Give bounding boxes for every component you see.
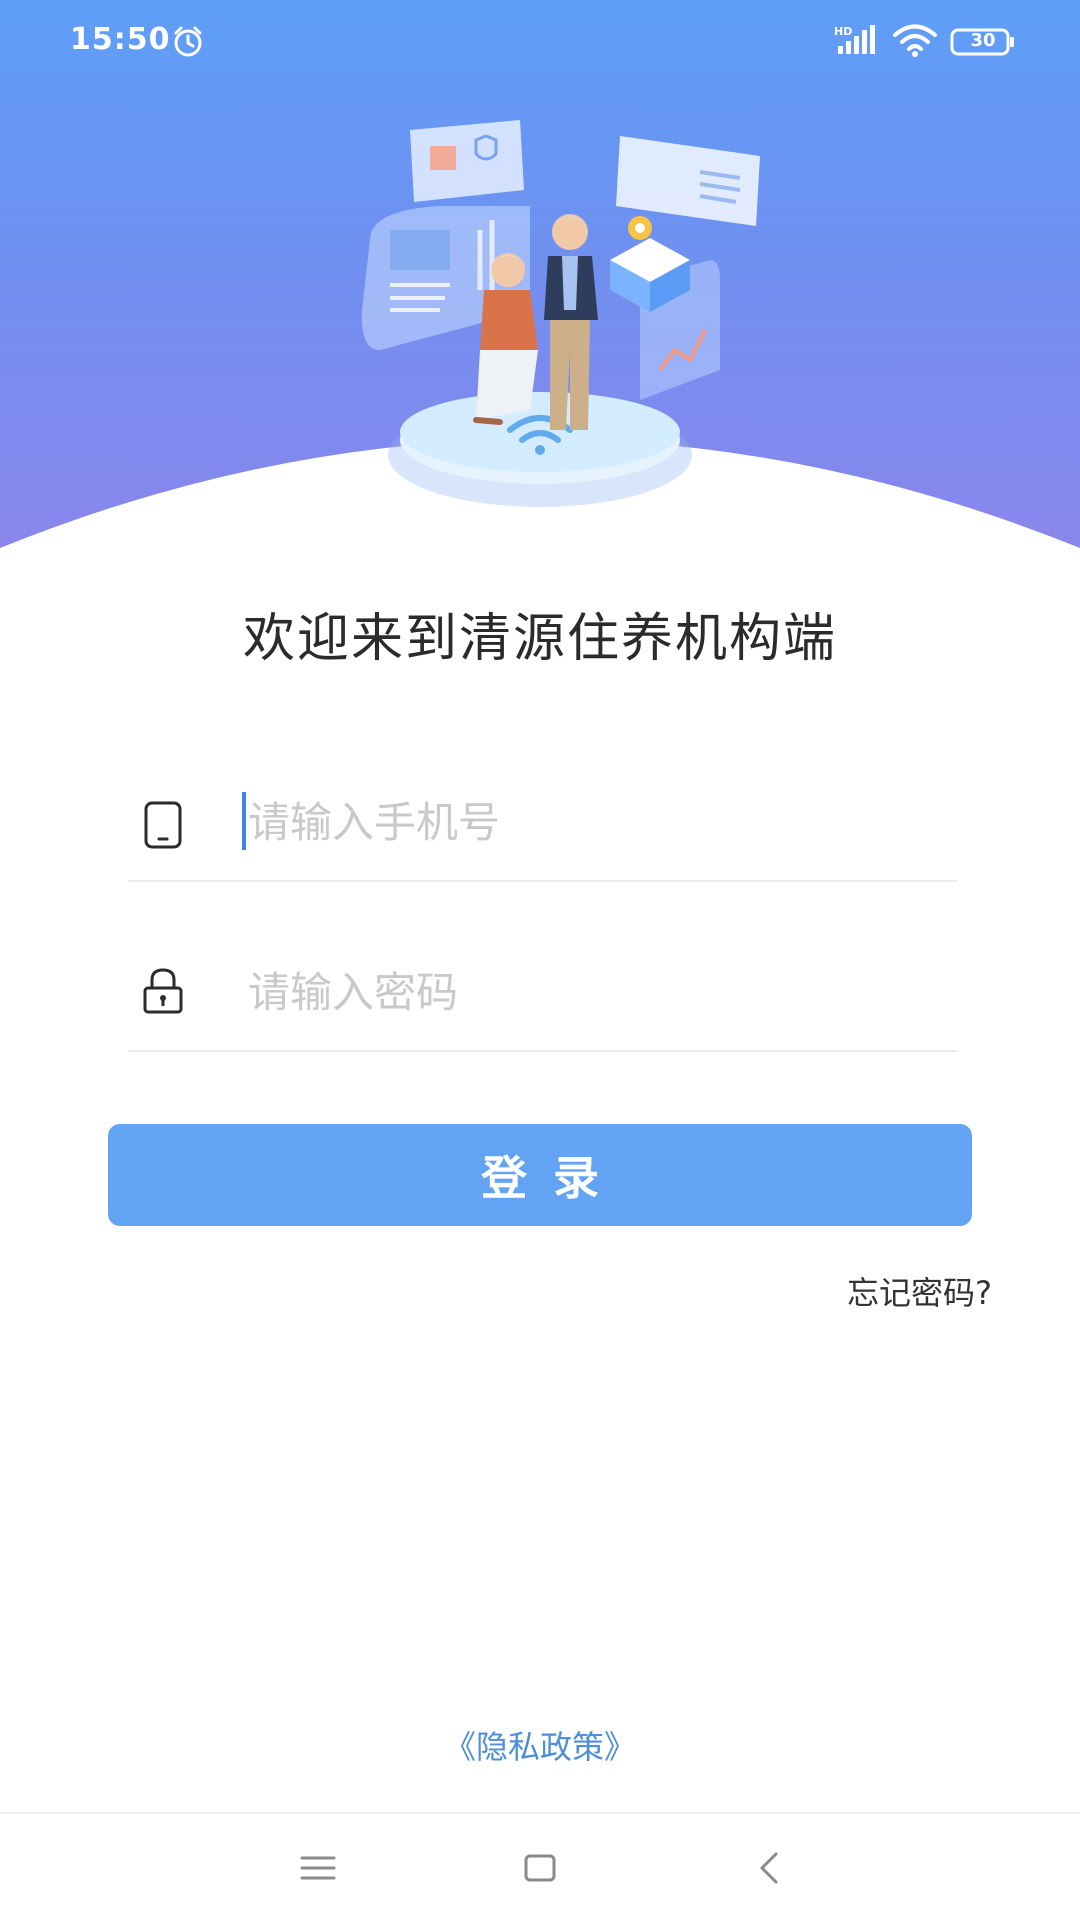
welcome-title: 欢迎来到清源住养机构端 [242,609,837,669]
login-screen: 15:50 HD 30 欢迎来到清源住养机构端 请输入手机号 登录 忘记密码? … [0,0,1080,1920]
document-panel [616,136,760,226]
platform [388,392,692,507]
text-cursor [242,792,246,850]
lock-icon [143,968,183,1014]
status-bar: 15:50 HD 30 [0,0,1080,84]
phone-number-input[interactable] [244,782,928,862]
alarm-clock-icon [174,26,202,57]
home-square-icon[interactable] [518,1846,562,1890]
network-type-label: HD [834,25,852,38]
password-input[interactable] [244,952,928,1032]
menu-icon[interactable] [296,1846,340,1890]
wifi-icon [893,24,937,57]
back-chevron-icon[interactable] [748,1846,792,1890]
hero-illustration [361,120,760,507]
privacy-policy-link[interactable]: 《隐私政策》 [0,1722,1080,1768]
status-time: 15:50 [70,22,171,57]
password-field-row [128,900,958,1052]
battery-level: 30 [970,30,996,51]
profile-card-panel [410,120,524,202]
system-nav-bar [0,1812,1080,1920]
forgot-password-link[interactable]: 忘记密码? [847,1268,992,1314]
cell-signal-icon: HD [834,25,875,54]
phone-field-row [128,730,958,882]
mobile-phone-icon [144,801,182,849]
login-button[interactable]: 登录 [108,1124,972,1226]
